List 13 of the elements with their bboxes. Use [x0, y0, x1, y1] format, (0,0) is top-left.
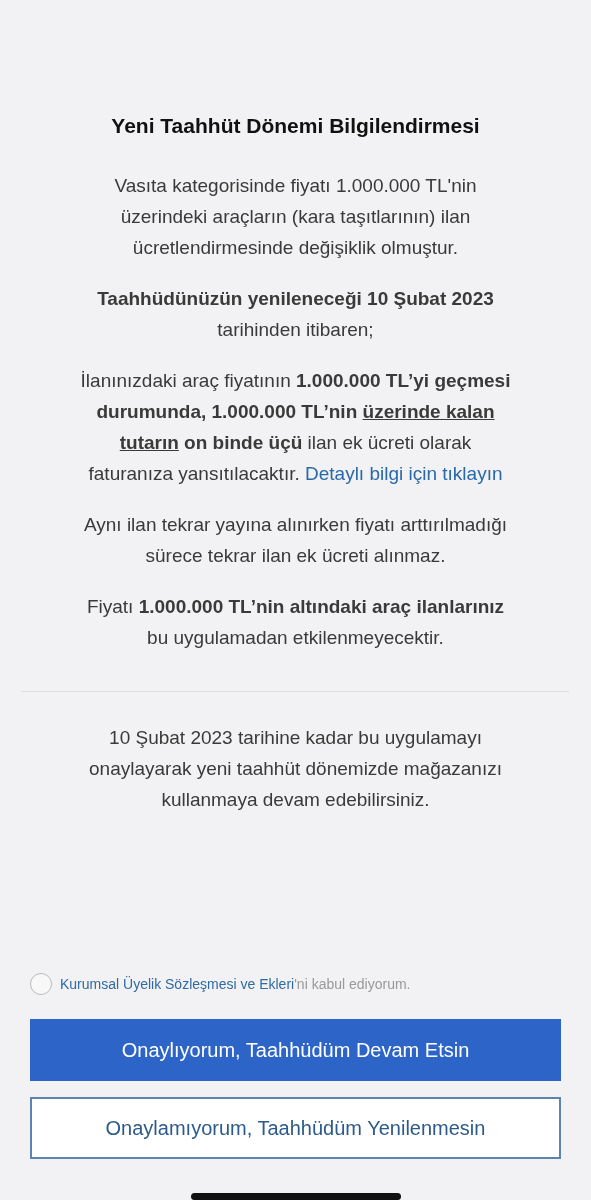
info-paragraph: Vasıta kategorisinde fiyatı 1.000.000 TL'nin üzerindeki araçların (kara taşıtlarının) ilan ücretlendirmesinde değişiklik olmuştur.: [113, 173, 478, 260]
dialog-title: Yeni Taahhüt Dönemi Bilgilendirmesi: [110, 113, 481, 139]
detail-link[interactable]: Detaylı bilgi için tıklayın: [305, 462, 503, 484]
radio-button[interactable]: [30, 973, 52, 995]
info-paragraph: Taahhüdünüzün yenileneceği 10 Şubat 2023 tarihinden itibaren;: [96, 286, 495, 342]
info-paragraph: Aynı ilan tekrar yayına alınırken fiyatı arttırılmadığı sürece tekrar ilan ek ücreti alınmaz.: [82, 512, 509, 568]
info-paragraph: Fiyatı 1.000.000 TL’nin altındaki araç ilanlarınız bu uygulamadan etkilenmeyecektir.: [85, 594, 506, 650]
info-paragraph: İlanınızdaki araç fiyatının 1.000.000 TL’yi geçmesi durumunda, 1.000.000 TL’nin üzerinde kalan tutarın on binde üçü ilan ek ücreti olarak faturanıza yansıtılacaktır. Detaylı bilgi için tıklayın: [79, 368, 512, 486]
agreement-link[interactable]: Kurumsal Üyelik Sözleşmesi ve Ekleri: [60, 975, 295, 992]
confirm-button[interactable]: Onaylıyorum, Taahhüdüm Devam Etsin: [30, 1019, 561, 1081]
info-paragraph: 10 Şubat 2023 tarihine kadar bu uygulamayı onaylayarak yeni taahhüt dönemizde mağazanızı kullanmaya devam edebilirsiniz.: [88, 725, 503, 812]
agreement-text: Kurumsal Üyelik Sözleşmesi ve Ekleri'ni kabul ediyorum.: [60, 974, 411, 994]
decline-button[interactable]: Onaylamıyorum, Taahhüdüm Yenilenmesin: [30, 1097, 561, 1159]
